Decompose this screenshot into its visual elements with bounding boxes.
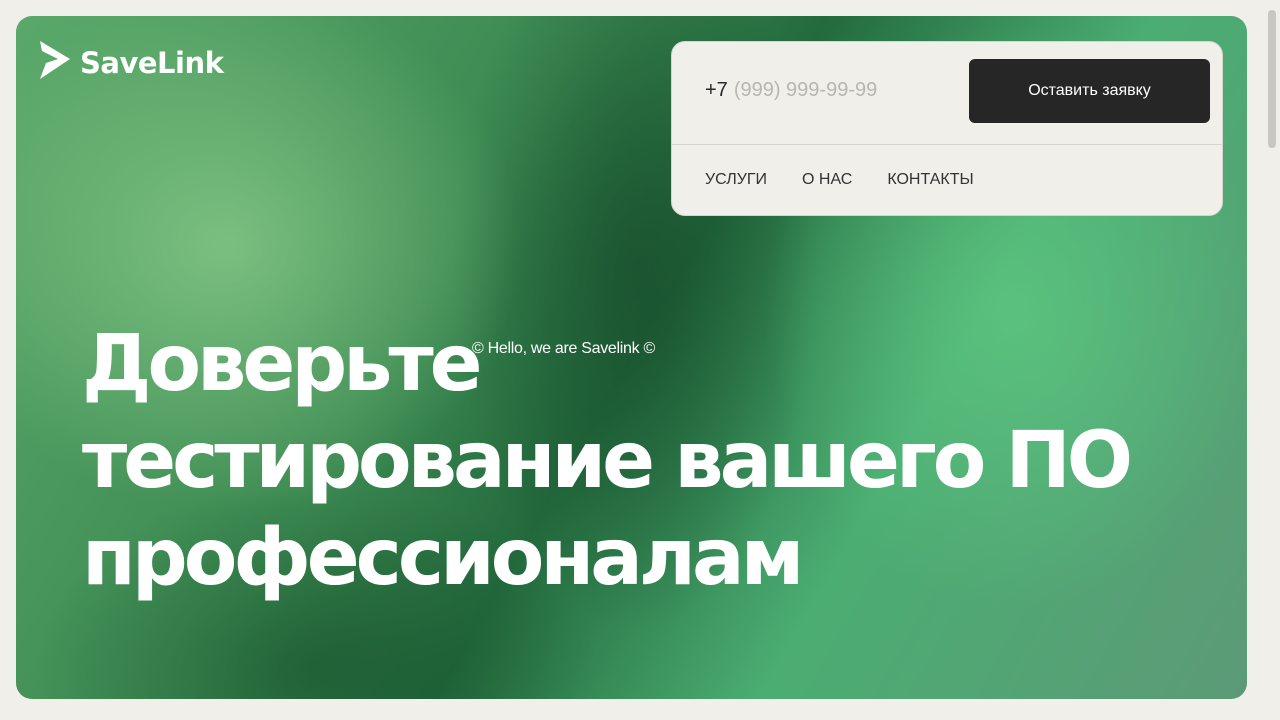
hero-tagline: © Hello, we are Savelink © [472,340,655,357]
savelink-arrow-icon [40,41,70,84]
hero-headline: Доверьте тестирование вашего ПО професси… [82,316,1133,607]
phone-prefix: +7 [705,79,728,101]
phone-placeholder: (999) 999-99-99 [733,79,878,101]
page-scrollbar[interactable] [1263,0,1280,720]
nav-item-contacts[interactable]: КОНТАКТЫ [887,171,973,189]
scrollbar-thumb[interactable] [1268,10,1276,148]
hero-section: SaveLink +7 (999) 999-99-99 Оставить зая… [16,16,1247,699]
main-nav: УСЛУГИ О НАС КОНТАКТЫ [672,145,1222,189]
nav-item-about[interactable]: О НАС [802,171,852,189]
nav-item-services[interactable]: УСЛУГИ [705,171,767,189]
request-form: +7 (999) 999-99-99 Оставить заявку [672,42,1222,145]
headline-line: тестирование вашего ПО [82,416,1133,506]
headline-line: Доверьте [82,319,483,409]
brand-logo[interactable]: SaveLink [40,41,224,84]
submit-request-button[interactable]: Оставить заявку [969,59,1210,123]
brand-name: SaveLink [80,45,224,80]
headline-line: профессионалам [82,513,804,603]
header-panel: +7 (999) 999-99-99 Оставить заявку УСЛУГ… [671,41,1223,216]
phone-input[interactable]: +7 (999) 999-99-99 [705,79,877,102]
